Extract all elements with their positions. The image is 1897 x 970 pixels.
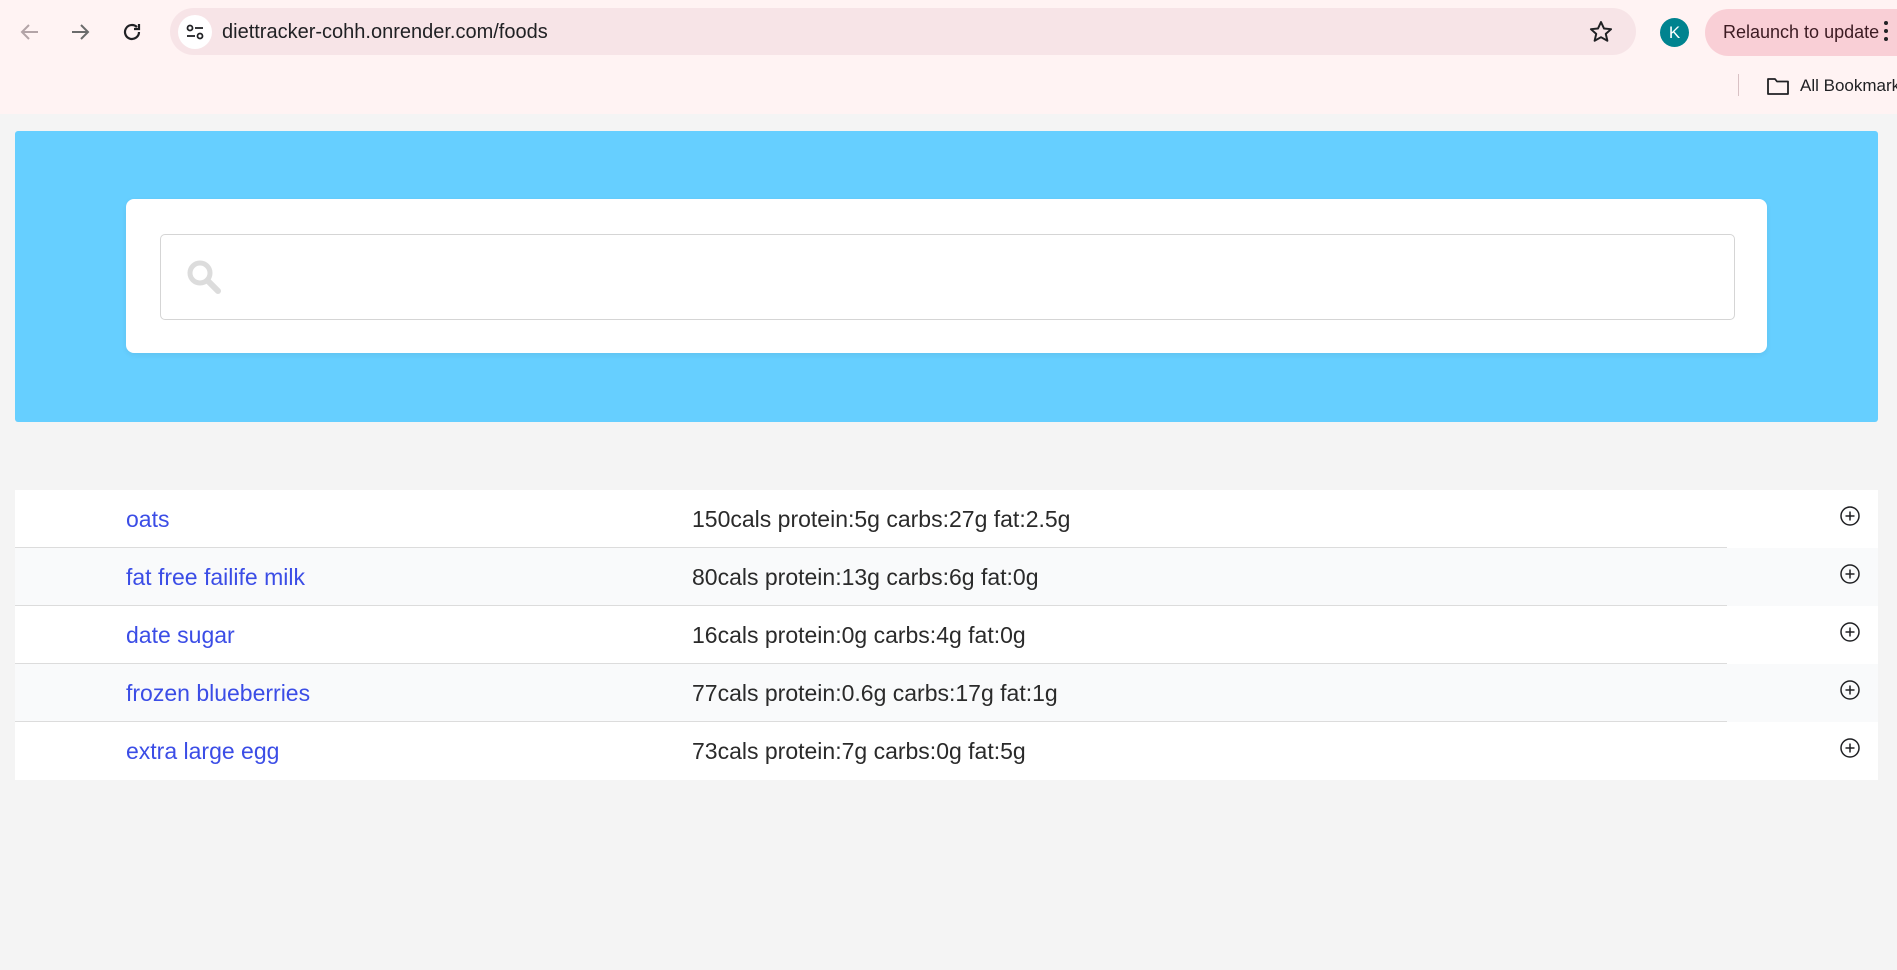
back-button[interactable]	[10, 12, 50, 52]
food-nutrition: 16cals protein:0g carbs:4g fat:0g	[692, 622, 1026, 648]
relaunch-label: Relaunch to update	[1723, 22, 1880, 42]
bookmark-star-icon[interactable]	[1588, 19, 1614, 45]
search-field[interactable]	[160, 234, 1735, 320]
folder-icon	[1767, 78, 1789, 95]
food-nutrition: 77cals protein:0.6g carbs:17g fat:1g	[692, 680, 1058, 706]
search-hero	[15, 131, 1878, 422]
food-row: date sugar 16cals protein:0g carbs:4g fa…	[15, 606, 1878, 664]
reload-button[interactable]	[112, 12, 152, 52]
search-card	[126, 199, 1767, 353]
arrow-right-icon	[72, 24, 90, 40]
browser-toolbar: diettracker-cohh.onrender.com/foods K Re…	[0, 0, 1897, 114]
food-row: extra large egg 73cals protein:7g carbs:…	[15, 722, 1878, 780]
food-name-link[interactable]: frozen blueberries	[126, 680, 310, 707]
add-circle-icon[interactable]	[1838, 736, 1862, 760]
food-name-link[interactable]: oats	[126, 506, 169, 533]
food-row: frozen blueberries 77cals protein:0.6g c…	[15, 664, 1878, 722]
all-bookmarks-label: All Bookmarks	[1800, 76, 1897, 95]
add-circle-icon[interactable]	[1838, 678, 1862, 702]
food-nutrition: 150cals protein:5g carbs:27g fat:2.5g	[692, 506, 1071, 532]
food-name-link[interactable]: date sugar	[126, 622, 235, 649]
food-nutrition: 73cals protein:7g carbs:0g fat:5g	[692, 738, 1026, 764]
relaunch-button[interactable]: Relaunch to update	[1705, 9, 1897, 56]
add-circle-icon[interactable]	[1838, 504, 1862, 528]
profile-avatar[interactable]: K	[1660, 18, 1689, 47]
food-name-link[interactable]: fat free failife milk	[126, 564, 305, 591]
add-circle-icon[interactable]	[1838, 562, 1862, 586]
bookmarks-divider	[1738, 74, 1739, 96]
arrow-left-icon	[20, 24, 38, 40]
search-input[interactable]	[161, 235, 1734, 319]
reload-icon	[123, 23, 141, 41]
food-row: oats 150cals protein:5g carbs:27g fat:2.…	[15, 490, 1878, 548]
site-settings-icon[interactable]	[178, 15, 212, 49]
url-text[interactable]: diettracker-cohh.onrender.com/foods	[222, 21, 548, 44]
food-name-link[interactable]: extra large egg	[126, 738, 279, 765]
add-circle-icon[interactable]	[1838, 620, 1862, 644]
forward-button[interactable]	[60, 12, 100, 52]
food-list: oats 150cals protein:5g carbs:27g fat:2.…	[15, 490, 1878, 780]
address-bar[interactable]: diettracker-cohh.onrender.com/foods	[170, 8, 1636, 55]
all-bookmarks-button[interactable]: All Bookmarks	[1766, 74, 1897, 98]
food-row: fat free failife milk 80cals protein:13g…	[15, 548, 1878, 606]
food-nutrition: 80cals protein:13g carbs:6g fat:0g	[692, 564, 1039, 590]
profile-initial: K	[1668, 22, 1681, 42]
more-options-icon[interactable]	[1883, 21, 1891, 45]
